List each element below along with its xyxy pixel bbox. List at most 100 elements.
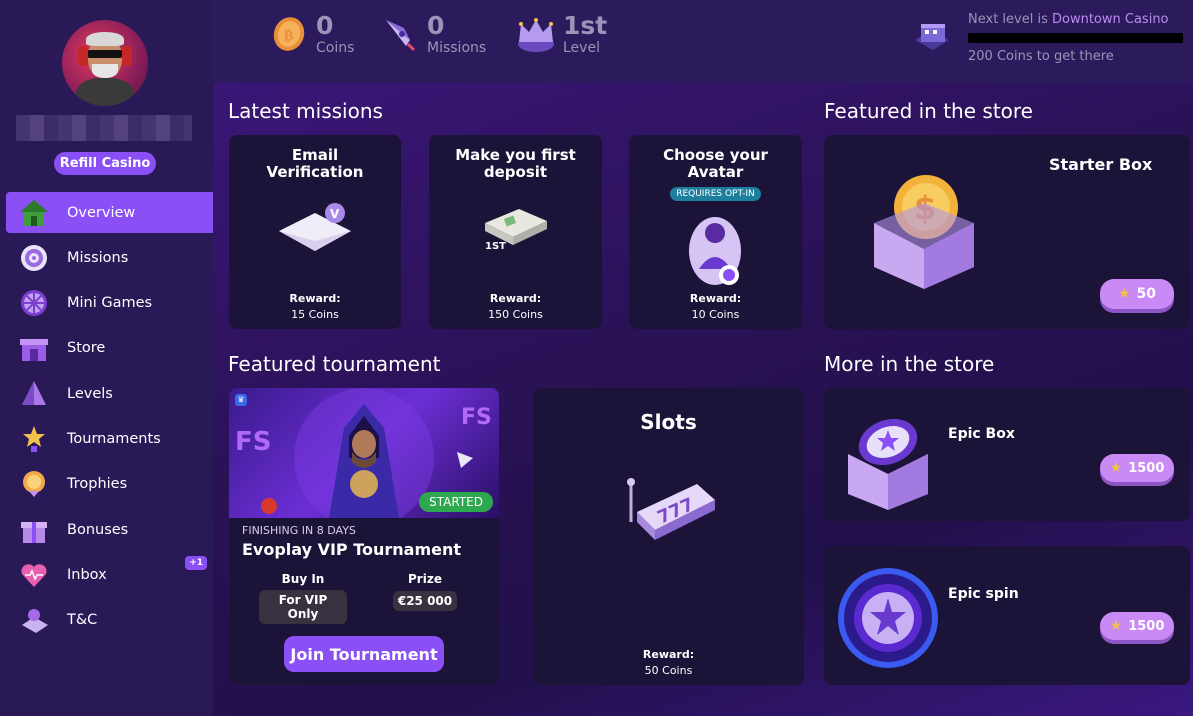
price-button[interactable]: ★ 50	[1100, 279, 1174, 309]
inbox-badge: +1	[185, 556, 207, 571]
sidebar-item-label: T&C	[67, 612, 98, 629]
epic-spin-icon	[836, 566, 940, 674]
store-icon	[18, 332, 50, 364]
star-icon: ★	[1117, 286, 1131, 302]
target-icon	[18, 242, 50, 274]
coins-value: 0	[316, 11, 334, 40]
sidebar: Refill Casino Overview Missions Mini Gam…	[0, 0, 213, 716]
store-item-name: Epic Box	[948, 426, 1015, 442]
missions-stat: 0 Missions	[379, 12, 486, 56]
sidebar-item-tc[interactable]: T&C	[6, 600, 213, 641]
featured-tournament-heading: Featured tournament	[228, 352, 441, 376]
sidebar-item-inbox[interactable]: Inbox +1	[6, 554, 213, 595]
sidebar-nav: Overview Missions Mini Games Store Level…	[6, 192, 213, 645]
latest-missions-heading: Latest missions	[228, 99, 383, 123]
sidebar-item-trophies[interactable]: Trophies	[6, 464, 213, 505]
avatar[interactable]	[62, 20, 148, 106]
mission-card[interactable]: Make you first deposit 1ST Reward: 150 C…	[429, 135, 602, 329]
price-button[interactable]: ★ 1500	[1100, 454, 1174, 482]
next-level-progress-bar	[968, 33, 1183, 43]
wheel-icon	[18, 287, 50, 319]
featured-store-heading: Featured in the store	[824, 99, 1033, 123]
prize-label: Prize	[408, 572, 442, 586]
reward-label: Reward:	[489, 292, 542, 305]
prize-value: €25 000	[392, 591, 458, 611]
more-store-heading: More in the store	[824, 352, 995, 376]
reward-value: 150 Coins	[488, 308, 543, 321]
sidebar-item-label: Tournaments	[67, 430, 161, 447]
sidebar-item-bonuses[interactable]: Bonuses	[6, 509, 213, 550]
crown-badge-icon: ♛	[235, 394, 247, 406]
requires-opt-in-badge: REQUIRES OPT-IN	[670, 187, 761, 201]
sidebar-item-label: Missions	[67, 249, 129, 266]
join-tournament-button[interactable]: Join Tournament	[284, 636, 444, 672]
star-icon: ★	[1109, 460, 1123, 476]
missions-label: Missions	[427, 40, 487, 56]
sidebar-item-label: Store	[67, 340, 106, 357]
coins-label: Coins	[316, 40, 355, 56]
sidebar-item-overview[interactable]: Overview	[6, 192, 213, 233]
svg-text:₿: ₿	[284, 28, 293, 44]
mission-card[interactable]: Choose your Avatar REQUIRES OPT-IN Rewar…	[629, 135, 802, 329]
status-badge: STARTED	[419, 492, 493, 512]
heart-icon	[18, 559, 50, 591]
slot-machine-icon: 777	[623, 476, 719, 552]
sidebar-item-store[interactable]: Store	[6, 328, 213, 369]
tournament-subtitle: FINISHING IN 8 DAYS	[242, 524, 356, 537]
sidebar-item-label: Bonuses	[67, 521, 129, 538]
medal-icon	[18, 468, 50, 500]
featured-store-card[interactable]: $ Starter Box ★ 50	[824, 135, 1190, 329]
refill-casino-button[interactable]: Refill Casino	[54, 152, 156, 175]
price-button[interactable]: ★ 1500	[1100, 612, 1174, 640]
next-level-suffix: Coins to get there	[996, 49, 1114, 64]
mission-card[interactable]: Email Verification V Reward: 15 Coins	[229, 135, 401, 329]
sidebar-item-tournaments[interactable]: Tournaments	[6, 418, 213, 459]
mission-title: Choose your Avatar	[663, 146, 768, 181]
store-item-card[interactable]: Epic Box ★ 1500	[824, 388, 1190, 521]
first-deposit-label: 1ST	[485, 241, 506, 252]
top-bar: ₿ 0 Coins 0 Missions 1st Level Next leve…	[213, 0, 1193, 83]
sidebar-item-label: Inbox	[67, 566, 107, 583]
main-content: Latest missions Featured in the store Em…	[213, 83, 1193, 716]
reward-value: 10 Coins	[691, 308, 740, 321]
store-item-card[interactable]: Epic spin ★ 1500	[824, 546, 1190, 685]
casino-building-icon	[911, 18, 953, 62]
store-item-name: Epic spin	[948, 586, 1019, 602]
mission-title: Email Verification	[266, 146, 364, 181]
next-level-name: Downtown Casino	[1052, 12, 1169, 27]
next-level-prefix: Next level is	[968, 12, 1048, 27]
reward-value: 15 Coins	[291, 308, 339, 321]
svg-text:FS: FS	[235, 427, 272, 457]
reward-value: 50 Coins	[644, 664, 693, 677]
house-icon	[18, 197, 50, 229]
svg-text:V: V	[330, 207, 340, 221]
mission-title: Make you first deposit	[455, 146, 576, 181]
svg-text:FS: FS	[461, 405, 492, 430]
crown-icon	[515, 13, 557, 55]
sidebar-item-missions[interactable]: Missions	[6, 237, 213, 278]
levels-icon	[18, 378, 50, 410]
sidebar-item-label: Mini Games	[67, 295, 153, 312]
buy-in-label: Buy In	[281, 572, 325, 586]
buy-in-block: Buy In For VIP Only	[259, 572, 347, 624]
prize-block: Prize €25 000	[389, 572, 461, 611]
reward-label: Reward:	[689, 292, 742, 305]
username-blurred	[16, 115, 192, 141]
rocket-icon	[379, 13, 421, 55]
star-icon: ★	[1109, 618, 1123, 634]
sidebar-item-levels[interactable]: Levels	[6, 373, 213, 414]
coin-icon: ₿	[268, 13, 310, 55]
missions-value: 0	[427, 11, 445, 40]
epic-box-icon	[842, 408, 934, 514]
document-icon	[18, 604, 50, 636]
starter-box-gift-icon: $	[868, 169, 980, 295]
trophy-star-icon	[18, 423, 50, 455]
slots-mission-card[interactable]: Slots 777 Reward: 50 Coins	[533, 388, 804, 685]
coins-stat: ₿ 0 Coins	[268, 12, 354, 56]
level-label: Level	[563, 40, 600, 56]
sidebar-item-mini-games[interactable]: Mini Games	[6, 283, 213, 324]
avatar-person-icon	[685, 205, 749, 293]
slots-title: Slots	[640, 410, 697, 434]
tournament-card[interactable]: FS FS ♛ STARTED FINISHING IN 8 DAYS Evop…	[229, 388, 499, 685]
level-value: 1st	[563, 11, 608, 40]
